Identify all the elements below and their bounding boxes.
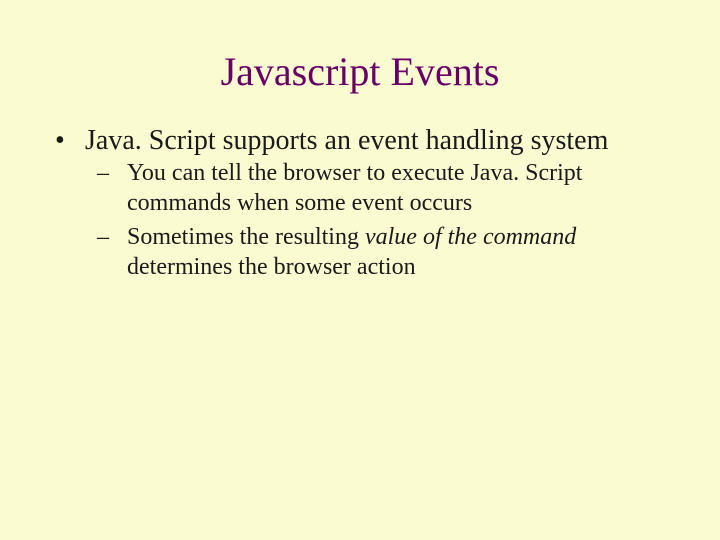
- sub-bullet-text: You can tell the browser to execute Java…: [127, 160, 582, 216]
- bullet-text: Java. Script supports an event handling …: [85, 125, 608, 156]
- slide: Javascript Events Java. Script supports …: [0, 0, 720, 540]
- sub-bullets: You can tell the browser to execute Java…: [85, 158, 665, 282]
- slide-body: Java. Script supports an event handling …: [0, 123, 720, 282]
- bullet-level1: Java. Script supports an event handling …: [55, 123, 665, 282]
- sub-bullet: You can tell the browser to execute Java…: [97, 158, 665, 218]
- slide-title: Javascript Events: [0, 0, 720, 123]
- sub-bullet-text-suffix: determines the browser action: [127, 254, 416, 280]
- sub-bullet-text-italic: value of the command: [365, 224, 576, 250]
- sub-bullet: Sometimes the resulting value of the com…: [97, 222, 665, 282]
- sub-bullet-text-prefix: Sometimes the resulting: [127, 224, 365, 250]
